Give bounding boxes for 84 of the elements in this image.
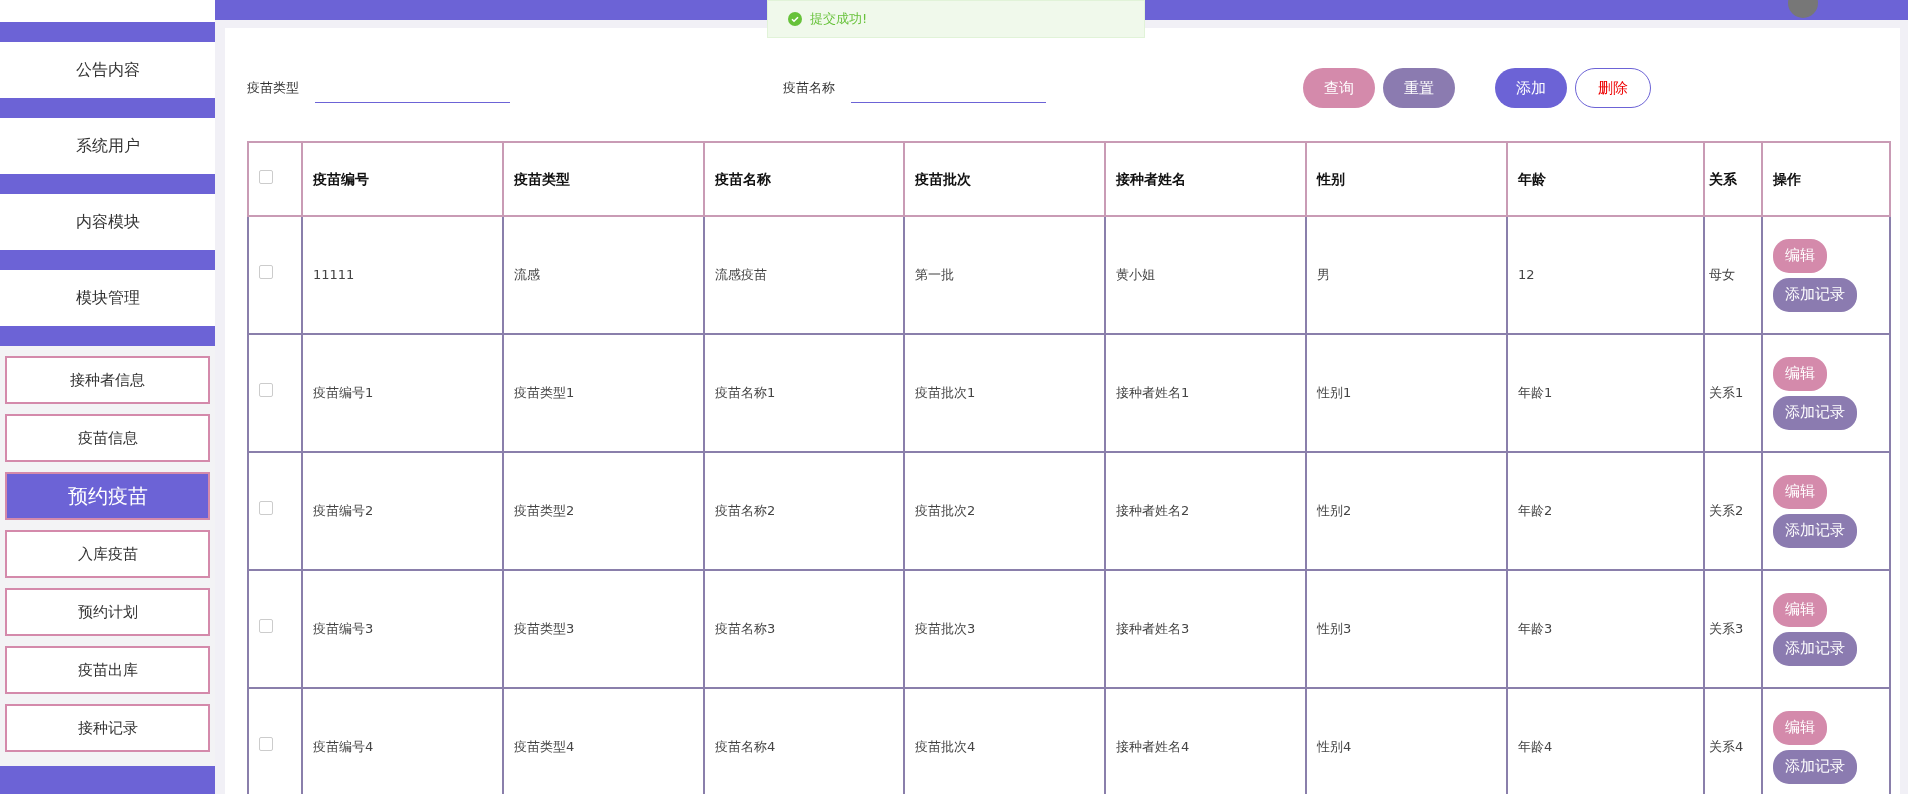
table-cell: 疫苗类型3: [514, 621, 575, 637]
add-record-button[interactable]: 添加记录: [1773, 749, 1857, 784]
table-cell: 流感: [514, 267, 540, 283]
edit-button[interactable]: 编辑: [1773, 710, 1827, 745]
table-cell: 疫苗类型2: [514, 503, 575, 519]
add-record-button[interactable]: 添加记录: [1773, 277, 1857, 312]
table-cell: 接种者姓名2: [1116, 503, 1190, 519]
add-record-button[interactable]: 添加记录: [1773, 513, 1857, 548]
table-cell: 关系4: [1709, 739, 1744, 755]
filter-label: 疫苗类型: [247, 79, 299, 98]
table-cell: 疫苗编号4: [313, 739, 374, 755]
toast-text: 提交成功!: [810, 10, 868, 29]
table-cell: 疫苗批次2: [915, 503, 976, 519]
table-cell: 年龄2: [1518, 503, 1553, 519]
table-cell: 疫苗名称2: [715, 503, 776, 519]
table-cell: 母女: [1709, 267, 1735, 283]
menu-item[interactable]: 公告内容: [0, 42, 215, 98]
checkbox[interactable]: [259, 501, 273, 516]
table-cell: 关系2: [1709, 503, 1744, 519]
table-cell: 疫苗名称4: [715, 739, 776, 755]
add-record-button[interactable]: 添加记录: [1773, 631, 1857, 666]
submenu-item[interactable]: 预约疫苗: [5, 472, 210, 520]
checkbox[interactable]: [259, 619, 273, 634]
table-cell: 疫苗编号3: [313, 621, 374, 637]
table-cell: 年龄3: [1518, 621, 1553, 637]
submenu-item[interactable]: 入库疫苗: [5, 530, 210, 578]
delete-button[interactable]: 删除: [1575, 68, 1651, 108]
column-header: 操作: [1762, 142, 1890, 216]
table-cell: 年龄1: [1518, 385, 1553, 401]
edit-button[interactable]: 编辑: [1773, 238, 1827, 273]
table-cell: 疫苗编号2: [313, 503, 374, 519]
column-header: 性别: [1306, 142, 1507, 216]
column-header: 疫苗编号: [302, 142, 503, 216]
table-cell: 疫苗类型4: [514, 739, 575, 755]
checkbox[interactable]: [259, 169, 273, 184]
check-icon: [788, 12, 802, 26]
table-cell: 接种者姓名4: [1116, 739, 1190, 755]
table-cell: 疫苗批次1: [915, 385, 976, 401]
table-cell: 性别1: [1317, 385, 1352, 401]
menu-item[interactable]: 内容模块: [0, 194, 215, 250]
table-cell: 疫苗编号1: [313, 385, 374, 401]
edit-button[interactable]: 编辑: [1773, 474, 1827, 509]
checkbox[interactable]: [259, 737, 273, 752]
table-cell: 第一批: [915, 267, 954, 283]
submenu-item[interactable]: 疫苗信息: [5, 414, 210, 462]
column-header: 年龄: [1507, 142, 1704, 216]
table-cell: 关系3: [1709, 621, 1744, 637]
submenu-item[interactable]: 接种记录: [5, 704, 210, 752]
table-cell: 性别3: [1317, 621, 1352, 637]
filter-label: 疫苗名称: [783, 79, 835, 98]
checkbox[interactable]: [259, 265, 273, 280]
edit-button[interactable]: 编辑: [1773, 592, 1827, 627]
table-cell: 疫苗批次4: [915, 739, 976, 755]
table-cell: 疫苗名称1: [715, 385, 776, 401]
table-cell: 接种者姓名1: [1116, 385, 1190, 401]
table-cell: 接种者姓名3: [1116, 621, 1190, 637]
table-cell: 12: [1518, 267, 1535, 283]
table-cell: 性别2: [1317, 503, 1352, 519]
add-button[interactable]: 添加: [1495, 68, 1567, 108]
reset-button[interactable]: 重置: [1383, 68, 1455, 108]
table-cell: 男: [1317, 267, 1330, 283]
table-cell: 疫苗批次3: [915, 621, 976, 637]
submenu-item[interactable]: 预约计划: [5, 588, 210, 636]
query-button[interactable]: 查询: [1303, 68, 1375, 108]
table-cell: 疫苗名称3: [715, 621, 776, 637]
table-cell: 关系1: [1709, 385, 1744, 401]
table-cell: 11111: [313, 267, 355, 283]
menu-item[interactable]: 系统用户: [0, 118, 215, 174]
checkbox[interactable]: [259, 383, 273, 398]
table-cell: 年龄4: [1518, 739, 1553, 755]
submenu-item[interactable]: 疫苗出库: [5, 646, 210, 694]
column-header: 疫苗类型: [503, 142, 704, 216]
table-cell: 疫苗类型1: [514, 385, 575, 401]
menu-item[interactable]: 模块管理: [0, 270, 215, 326]
column-header: 疫苗批次: [904, 142, 1105, 216]
column-header: 疫苗名称: [704, 142, 904, 216]
column-header: 接种者姓名: [1105, 142, 1306, 216]
add-record-button[interactable]: 添加记录: [1773, 395, 1857, 430]
submenu-item[interactable]: 接种者信息: [5, 356, 210, 404]
table-cell: 黄小姐: [1116, 267, 1155, 283]
table-cell: 性别4: [1317, 739, 1352, 755]
edit-button[interactable]: 编辑: [1773, 356, 1827, 391]
column-header: 关系: [1704, 142, 1762, 216]
table-cell: 流感疫苗: [715, 267, 767, 283]
